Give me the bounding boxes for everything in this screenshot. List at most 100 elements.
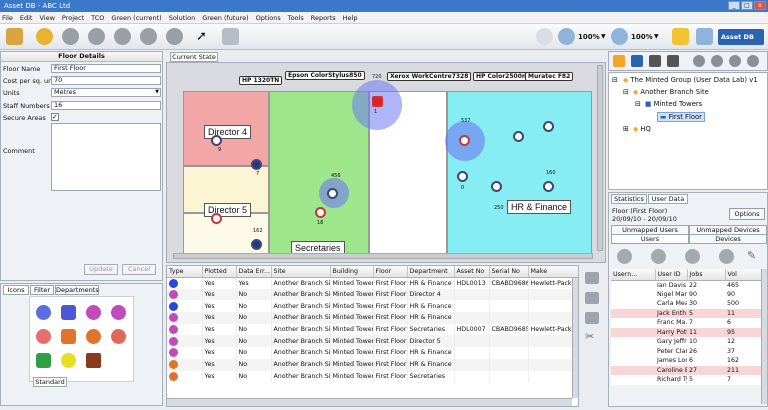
zoom-out-icon[interactable] xyxy=(611,28,628,45)
tab-devices[interactable]: Devices xyxy=(689,234,767,244)
menu-help[interactable]: Help xyxy=(343,14,358,22)
table-row[interactable]: YesNoAnother Branch SiteMinted TowersFir… xyxy=(167,358,578,371)
grid-icon[interactable] xyxy=(86,353,101,368)
site-icon[interactable] xyxy=(613,55,625,67)
mfp-icon[interactable] xyxy=(86,305,101,320)
scanner-icon[interactable] xyxy=(111,305,126,320)
tab-current-state[interactable]: Current State xyxy=(170,52,218,62)
callout-muratec[interactable]: Muratec F82 xyxy=(525,72,574,81)
tab-filter[interactable]: Filter xyxy=(30,285,54,295)
units-select[interactable]: Metres ▼ xyxy=(51,88,161,97)
map-vertical-scrollbar[interactable] xyxy=(597,65,603,251)
cost-field[interactable]: 70 xyxy=(51,76,161,85)
undo-icon[interactable] xyxy=(36,28,53,45)
table-row[interactable]: YesNoAnother Branch SiteMinted TowersFir… xyxy=(167,312,578,324)
menu-project[interactable]: Project xyxy=(62,14,84,22)
table-row[interactable]: YesNoAnother Branch SiteMinted TowersFir… xyxy=(167,300,578,313)
tab-users[interactable]: Users xyxy=(611,234,689,244)
tree-expand-icon[interactable]: ⊞ xyxy=(623,125,629,133)
menu-tco[interactable]: TCO xyxy=(91,14,104,22)
hr-device-4-icon[interactable] xyxy=(457,171,468,182)
col-username[interactable]: Usern... xyxy=(611,269,656,281)
hr-device-3-icon[interactable] xyxy=(491,181,502,192)
zoom-level-2[interactable]: 100% xyxy=(631,33,653,41)
tool-icon-5[interactable] xyxy=(166,28,183,45)
copy-icon[interactable] xyxy=(585,272,599,284)
left-arrow-icon[interactable] xyxy=(729,55,741,67)
floor-map[interactable]: Director 4 Director 5 Secretaries HR & F… xyxy=(166,62,606,263)
tab-departments[interactable]: Departments xyxy=(55,285,99,295)
fax-icon[interactable] xyxy=(36,329,51,344)
menu-green-current[interactable]: Green (current) xyxy=(111,14,161,22)
list-icon[interactable] xyxy=(585,312,599,324)
lock-icon[interactable] xyxy=(672,28,689,45)
tree-collapse-icon[interactable]: ⊟ xyxy=(623,88,629,96)
export-icon[interactable] xyxy=(667,55,679,67)
hp1320-device-icon[interactable] xyxy=(211,135,222,146)
tree-item-floor[interactable]: ▬ First Floor xyxy=(657,112,705,122)
col-site[interactable]: Site xyxy=(271,266,331,278)
menu-reports[interactable]: Reports xyxy=(311,14,336,22)
col-serial-no[interactable]: Serial No xyxy=(489,266,529,278)
user-action-icon-4[interactable] xyxy=(719,249,734,264)
users-scrollbar[interactable] xyxy=(761,269,767,404)
zoom-fit-icon[interactable] xyxy=(536,28,553,45)
secure-checkbox[interactable]: ✓ xyxy=(51,113,59,121)
tab-user-data[interactable]: User Data xyxy=(648,194,688,204)
window-icon[interactable] xyxy=(222,28,239,45)
table-row[interactable]: YesNoAnother Branch SiteMinted TowersFir… xyxy=(167,323,578,336)
right-arrow-icon[interactable] xyxy=(747,55,759,67)
update-button[interactable]: Update xyxy=(84,264,118,275)
map-horizontal-scrollbar[interactable] xyxy=(173,253,593,259)
menu-options[interactable]: Options xyxy=(256,14,281,22)
list-item[interactable]: Carla Meads30500 xyxy=(611,299,761,309)
col-user-id[interactable]: User ID xyxy=(655,269,688,281)
tab-icons[interactable]: Icons xyxy=(3,285,29,295)
callout-hp-2500n[interactable]: HP Color2500n xyxy=(473,72,530,81)
camera-icon[interactable] xyxy=(36,353,51,368)
grid-horizontal-scrollbar[interactable] xyxy=(167,398,572,406)
edit-icon[interactable]: ✎ xyxy=(747,249,762,264)
close-button[interactable]: x xyxy=(754,1,766,10)
list-item[interactable]: Jack Enth...511 xyxy=(611,308,761,318)
tool-icon-4[interactable] xyxy=(140,28,157,45)
col-building[interactable]: Building xyxy=(330,266,374,278)
col-department[interactable]: Department xyxy=(407,266,455,278)
options-button[interactable]: Options xyxy=(729,208,765,220)
zoom-in-icon[interactable] xyxy=(558,28,575,45)
tree-item-building[interactable]: ■ Minted Towers xyxy=(645,100,702,108)
paste-icon[interactable] xyxy=(585,292,599,304)
grid-vertical-scrollbar[interactable] xyxy=(572,278,578,398)
staff-field[interactable]: 16 xyxy=(51,101,161,110)
hr-device-2-icon[interactable] xyxy=(543,181,554,192)
list-item[interactable]: Franc Ma...76 xyxy=(611,318,761,328)
tree-collapse-icon[interactable]: ⊟ xyxy=(612,76,618,84)
col-jobs[interactable]: Jobs xyxy=(687,269,726,281)
tool-icon-2[interactable] xyxy=(88,28,105,45)
phone-icon[interactable] xyxy=(111,329,126,344)
list-item[interactable]: Gary Jeffrey1012 xyxy=(611,337,761,347)
col-plotted[interactable]: Plotted xyxy=(202,266,237,278)
user-action-icon-3[interactable] xyxy=(685,249,700,264)
user-action-icon-2[interactable] xyxy=(651,249,666,264)
list-item[interactable]: James Long6162 xyxy=(611,356,761,366)
cancel-button[interactable]: Cancel xyxy=(122,264,156,275)
fullscreen-icon[interactable] xyxy=(696,28,713,45)
muratec-device-icon[interactable] xyxy=(513,131,524,142)
col-type[interactable]: Type xyxy=(167,266,203,278)
hr-device-1-icon[interactable] xyxy=(543,121,554,132)
tree-item-branch[interactable]: ◆ Another Branch Site xyxy=(633,88,709,96)
hp2500-device-icon[interactable] xyxy=(459,135,470,146)
tree-item-hq[interactable]: ◆ HQ xyxy=(633,125,651,133)
pointer-icon[interactable]: ➚ xyxy=(196,29,207,44)
list-item[interactable]: Ian Davis 22 465 xyxy=(611,280,761,290)
callout-hp-1320tn[interactable]: HP 1320TN xyxy=(239,76,283,85)
copier-icon[interactable] xyxy=(86,329,101,344)
callout-xerox[interactable]: Xerox WorkCentre7328 xyxy=(387,72,472,81)
table-row[interactable]: YesNoAnother Branch SiteMinted TowersFir… xyxy=(167,288,578,301)
table-row[interactable]: YesNoAnother Branch SiteMinted TowersFir… xyxy=(167,347,578,359)
room-hr-finance[interactable] xyxy=(447,91,592,258)
zoom-level-1[interactable]: 100% xyxy=(578,33,600,41)
printer-icon[interactable] xyxy=(61,305,76,320)
col-data-err[interactable]: Data Err... xyxy=(236,266,272,278)
